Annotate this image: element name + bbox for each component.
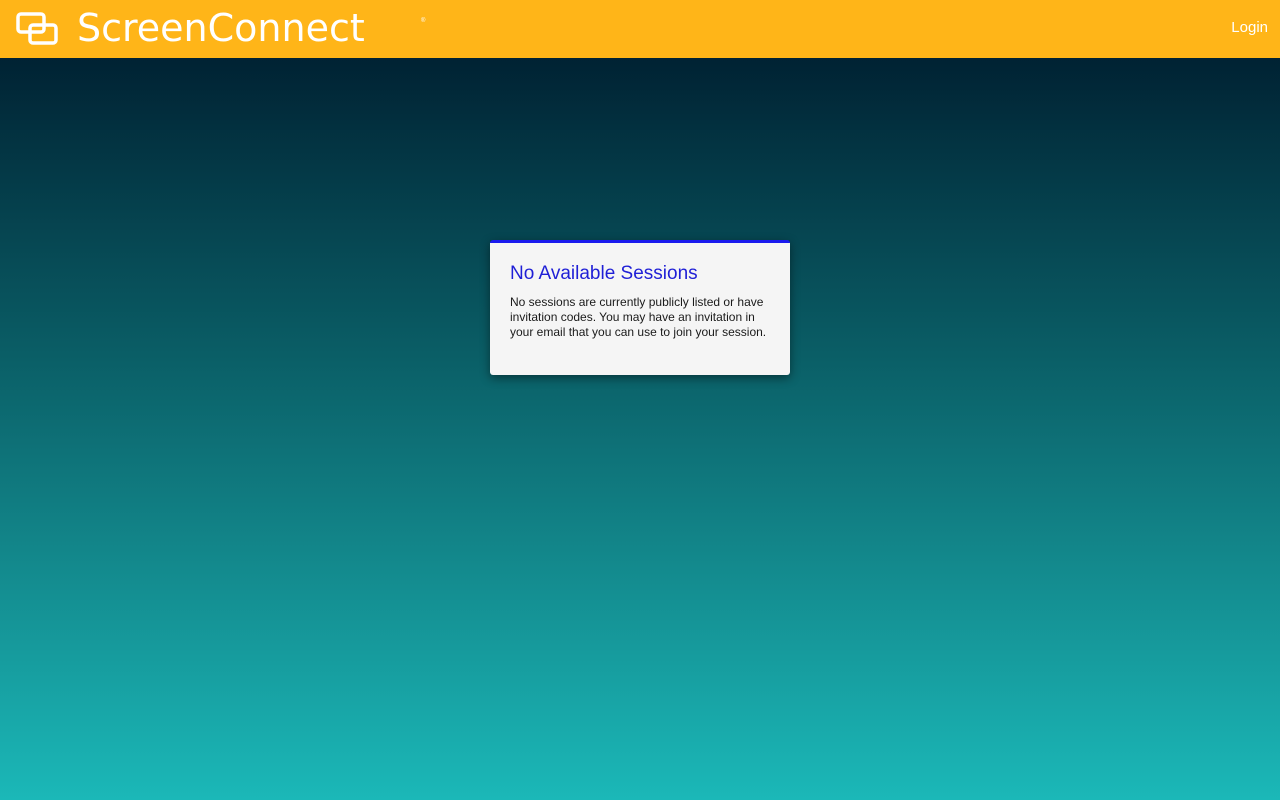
login-link[interactable]: Login — [1231, 19, 1268, 37]
page: ScreenConnect ® Login No Available Sessi… — [0, 0, 1280, 800]
registered-mark: ® — [421, 18, 426, 24]
brand-name: ScreenConnect — [77, 6, 365, 50]
card-title: No Available Sessions — [510, 263, 698, 284]
brand-logo[interactable]: ScreenConnect — [16, 6, 365, 50]
main-content: No Available Sessions No sessions are cu… — [0, 58, 1280, 800]
no-sessions-card: No Available Sessions No sessions are cu… — [490, 240, 790, 375]
card-message: No sessions are currently publicly liste… — [510, 295, 767, 339]
app-header: ScreenConnect ® Login — [0, 0, 1280, 58]
screenconnect-logo-icon — [16, 12, 58, 45]
